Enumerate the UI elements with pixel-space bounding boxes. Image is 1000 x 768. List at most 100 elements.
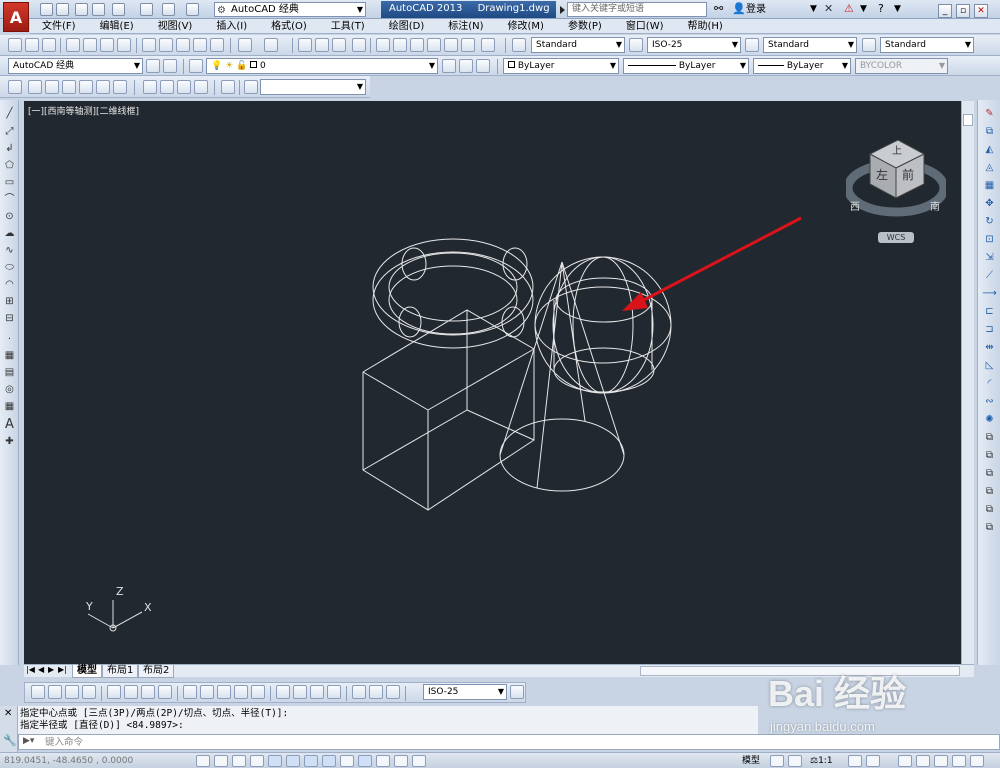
erase-icon[interactable]: ✎ bbox=[982, 106, 997, 121]
layer-select[interactable]: 💡 ☀ 🔓 0 ▼ bbox=[206, 58, 438, 74]
minimize-icon[interactable]: _ bbox=[938, 4, 952, 18]
3d-print-icon[interactable] bbox=[117, 38, 131, 52]
allow-ucs-icon[interactable] bbox=[340, 755, 354, 767]
break-icon[interactable]: ⊐ bbox=[982, 322, 997, 337]
zoom-icon[interactable] bbox=[244, 80, 258, 94]
lineweight-icon[interactable] bbox=[376, 755, 390, 767]
viewcube[interactable]: 上 左 前 西 南 WCS bbox=[843, 136, 949, 248]
array-icon[interactable]: ▦ bbox=[982, 178, 997, 193]
inspection-icon[interactable] bbox=[310, 685, 324, 699]
dim-update-icon[interactable] bbox=[386, 685, 400, 699]
scale-icon[interactable]: ⊡ bbox=[982, 232, 997, 247]
zoom-window-icon[interactable] bbox=[332, 38, 346, 52]
save-icon[interactable] bbox=[42, 38, 56, 52]
ortho-mode-icon[interactable] bbox=[250, 755, 264, 767]
search-input[interactable]: 键入关键字或短语 bbox=[560, 2, 707, 17]
layer-properties-icon[interactable] bbox=[189, 59, 203, 73]
color-select[interactable]: ByLayer ▼ bbox=[503, 58, 619, 74]
add-selected-icon[interactable]: ✚ bbox=[2, 434, 17, 449]
help-icon[interactable] bbox=[481, 38, 495, 52]
tab-layout1[interactable]: 布局1 bbox=[102, 665, 139, 678]
quick-view-drawings-icon[interactable] bbox=[788, 755, 802, 767]
quick-dim-icon[interactable] bbox=[183, 685, 197, 699]
spline-icon[interactable]: ∿ bbox=[2, 243, 17, 258]
dim-break-icon[interactable] bbox=[251, 685, 265, 699]
front-view-icon[interactable] bbox=[96, 80, 110, 94]
lineweight-select[interactable]: ByLayer ▼ bbox=[753, 58, 851, 74]
quick-view-layouts-icon[interactable] bbox=[770, 755, 784, 767]
tab-layout2[interactable]: 布局2 bbox=[138, 665, 175, 678]
help-icon[interactable]: ? bbox=[878, 2, 884, 16]
match-properties-icon[interactable] bbox=[193, 38, 207, 52]
compass-south[interactable]: 南 bbox=[930, 198, 940, 213]
object-snap-tracking-icon[interactable] bbox=[322, 755, 336, 767]
multileader-style-icon[interactable] bbox=[862, 38, 876, 52]
menu-file[interactable]: 文件(F) bbox=[30, 19, 88, 34]
multileader-style-select[interactable]: Standard ▼ bbox=[880, 37, 974, 53]
ne-iso-icon[interactable] bbox=[177, 80, 191, 94]
properties-icon[interactable] bbox=[376, 38, 390, 52]
baseline-icon[interactable] bbox=[200, 685, 214, 699]
3d-osnap-icon[interactable] bbox=[304, 755, 318, 767]
grid-display-icon[interactable] bbox=[232, 755, 246, 767]
hatch-to-back-icon[interactable]: ⧉ bbox=[982, 520, 997, 535]
dim-style-manager-icon[interactable] bbox=[510, 685, 524, 699]
save-icon[interactable] bbox=[75, 3, 88, 16]
center-mark-icon[interactable] bbox=[293, 685, 307, 699]
camera-icon[interactable] bbox=[221, 80, 235, 94]
make-block-icon[interactable]: ⊟ bbox=[2, 311, 17, 326]
hatch-icon[interactable]: ▦ bbox=[2, 348, 17, 363]
autocad-logo[interactable]: A bbox=[3, 2, 29, 32]
tab-model[interactable]: 模型 bbox=[72, 665, 102, 678]
zoom-previous-icon[interactable] bbox=[352, 38, 366, 52]
viewcube-left-face[interactable]: 左 bbox=[876, 166, 888, 183]
qnew-icon[interactable] bbox=[8, 38, 22, 52]
annotation-visibility-icon[interactable] bbox=[848, 755, 862, 767]
workspace-switching-icon[interactable] bbox=[898, 755, 912, 767]
bottom-view-icon[interactable] bbox=[45, 80, 59, 94]
menu-insert[interactable]: 插入(I) bbox=[204, 19, 259, 34]
right-view-icon[interactable] bbox=[79, 80, 93, 94]
quickcalc-icon[interactable] bbox=[461, 38, 475, 52]
binoculars-icon[interactable]: ⚯ bbox=[714, 2, 723, 16]
login-link[interactable]: 登录 bbox=[746, 3, 766, 17]
text-to-front-icon[interactable]: ⧉ bbox=[982, 502, 997, 517]
auto-scale-icon[interactable] bbox=[866, 755, 880, 767]
menu-dimension[interactable]: 标注(N) bbox=[436, 19, 495, 34]
object-snap-icon[interactable] bbox=[286, 755, 300, 767]
polygon-icon[interactable]: ⬠ bbox=[2, 158, 17, 173]
rotate-icon[interactable]: ↻ bbox=[982, 214, 997, 229]
viewport-controls-label[interactable]: [一][西南等轴测][二维线框] bbox=[28, 104, 139, 117]
menu-modify[interactable]: 修改(M) bbox=[496, 19, 556, 34]
arc-icon[interactable]: ⌒ bbox=[2, 192, 17, 207]
construction-line-icon[interactable]: ⤢ bbox=[2, 124, 17, 139]
open-icon[interactable] bbox=[25, 38, 39, 52]
scroll-thumb[interactable] bbox=[963, 114, 973, 126]
hardware-acceleration-icon[interactable] bbox=[934, 755, 948, 767]
transparency-icon[interactable] bbox=[394, 755, 408, 767]
annotation-scale[interactable]: ⚖1:1 bbox=[810, 755, 833, 767]
table-icon[interactable]: ▦ bbox=[2, 399, 17, 414]
jogged-icon[interactable] bbox=[124, 685, 138, 699]
command-line-grip[interactable]: ✕ 🔧 bbox=[0, 706, 18, 752]
fillet-icon[interactable]: ◜ bbox=[982, 376, 997, 391]
dim-edit-icon[interactable] bbox=[352, 685, 366, 699]
lock-ui-icon[interactable] bbox=[916, 755, 930, 767]
ordinate-icon[interactable] bbox=[82, 685, 96, 699]
clean-screen-icon[interactable] bbox=[970, 755, 984, 767]
table-style-select[interactable]: Standard ▼ bbox=[763, 37, 857, 53]
sw-iso-icon[interactable] bbox=[143, 80, 157, 94]
se-iso-icon[interactable] bbox=[160, 80, 174, 94]
paste-icon[interactable] bbox=[176, 38, 190, 52]
insert-block-icon[interactable]: ⊞ bbox=[2, 294, 17, 309]
workspace-dropdown[interactable]: ⚙ AutoCAD 经典 ▼ bbox=[214, 2, 366, 17]
design-center-icon[interactable] bbox=[393, 38, 407, 52]
undo-icon[interactable] bbox=[238, 38, 252, 52]
diameter-dim-icon[interactable] bbox=[141, 685, 155, 699]
explode-icon[interactable]: ✺ bbox=[982, 412, 997, 427]
nw-iso-icon[interactable] bbox=[194, 80, 208, 94]
dim-space-icon[interactable] bbox=[234, 685, 248, 699]
tool-palettes-icon[interactable] bbox=[410, 38, 424, 52]
save-as-icon[interactable] bbox=[92, 3, 105, 16]
blend-curves-icon[interactable]: ∾ bbox=[982, 394, 997, 409]
